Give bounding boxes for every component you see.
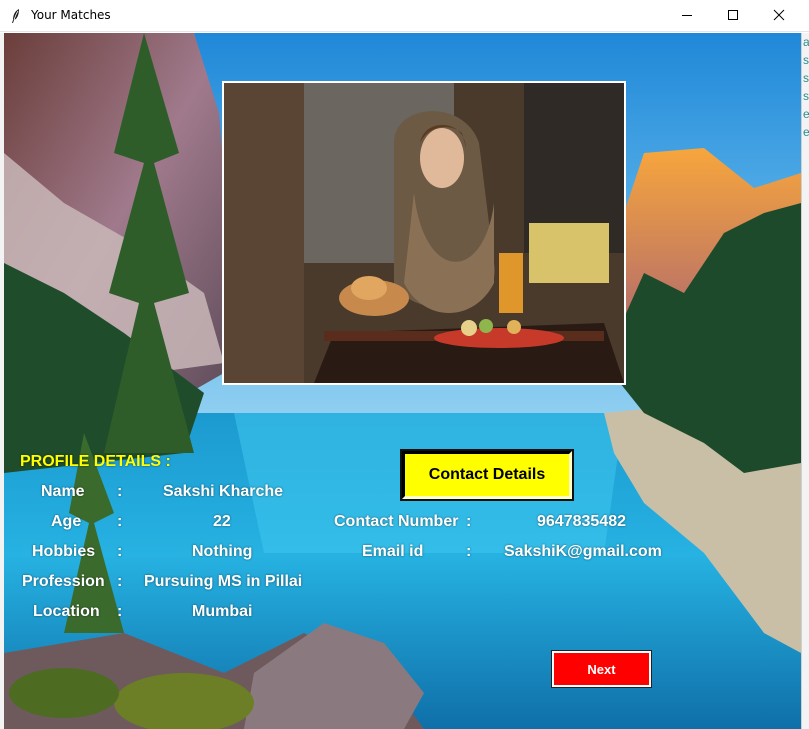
cafe-portrait-image bbox=[224, 83, 624, 383]
edge-text: s bbox=[803, 89, 809, 103]
location-value: Mumbai bbox=[192, 603, 253, 620]
close-button[interactable] bbox=[756, 0, 802, 31]
edge-text: s bbox=[803, 71, 809, 85]
profession-value: Pursuing MS in Pillai bbox=[144, 573, 303, 590]
edge-text: e bbox=[802, 105, 809, 123]
hobbies-separator: : bbox=[117, 543, 123, 560]
location-label: Location bbox=[33, 603, 100, 620]
edge-text: e bbox=[802, 123, 809, 141]
age-label: Age bbox=[51, 513, 82, 530]
maximize-icon bbox=[728, 10, 738, 20]
contact-number-label: Contact Number bbox=[334, 513, 459, 530]
name-separator: : bbox=[117, 483, 123, 500]
email-separator: : bbox=[466, 543, 472, 560]
next-button[interactable]: Next bbox=[551, 650, 652, 688]
age-value: 22 bbox=[213, 513, 231, 530]
contact-details-button[interactable]: Contact Details bbox=[400, 449, 574, 501]
email-value: SakshiK@gmail.com bbox=[504, 543, 662, 560]
minimize-icon bbox=[682, 15, 692, 16]
edge-text: s bbox=[803, 53, 809, 67]
contact-number-value: 9647835482 bbox=[537, 513, 626, 530]
profile-photo bbox=[222, 81, 626, 385]
profession-separator: : bbox=[117, 573, 123, 590]
background-window-edge: ab s s s e e bbox=[801, 33, 809, 729]
profile-details-heading: PROFILE DETAILS : bbox=[20, 453, 171, 470]
contact-number-separator: : bbox=[466, 513, 472, 530]
name-label: Name bbox=[41, 483, 85, 500]
window-title: Your Matches bbox=[31, 8, 111, 22]
minimize-button[interactable] bbox=[664, 0, 710, 31]
age-separator: : bbox=[117, 513, 123, 530]
title-bar: Your Matches bbox=[0, 0, 809, 32]
hobbies-label: Hobbies bbox=[32, 543, 96, 560]
location-separator: : bbox=[117, 603, 123, 620]
close-icon bbox=[773, 9, 785, 21]
edge-text: ab bbox=[802, 33, 809, 51]
hobbies-value: Nothing bbox=[192, 543, 253, 560]
email-label: Email id bbox=[362, 543, 424, 560]
maximize-button[interactable] bbox=[710, 0, 756, 31]
feather-icon bbox=[12, 9, 19, 23]
profession-label: Profession bbox=[22, 573, 105, 590]
name-value: Sakshi Kharche bbox=[163, 483, 284, 500]
